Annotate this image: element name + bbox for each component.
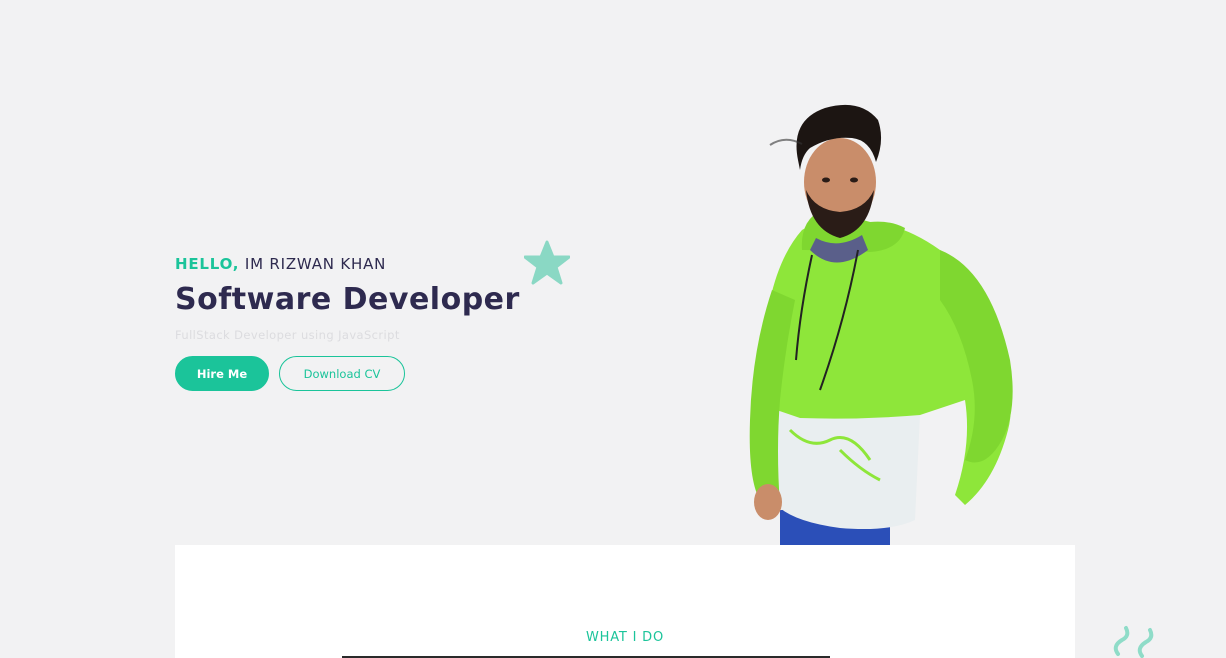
hero-title: Software Developer — [175, 282, 520, 317]
decorative-squiggle-icon — [1113, 626, 1154, 658]
hero-greeting: HELLO, IM RIZWAN KHAN — [175, 254, 595, 274]
hero-buttons: Hire Me Download CV — [175, 356, 405, 391]
page: HELLO, IM RIZWAN KHAN Software Developer… — [0, 0, 1226, 658]
services-section: WHAT I DO — [175, 545, 1075, 658]
profile-photo — [749, 104, 1013, 545]
greeting-name: IM RIZWAN KHAN — [239, 255, 387, 273]
what-i-do-heading: WHAT I DO — [586, 630, 664, 645]
hire-me-button[interactable]: Hire Me — [175, 356, 269, 391]
greeting-accent: HELLO, — [175, 255, 240, 273]
hero-subtitle: FullStack Developer using JavaScript — [175, 328, 400, 342]
hero-intro: HELLO, IM RIZWAN KHAN Software Developer… — [175, 254, 595, 342]
download-cv-button[interactable]: Download CV — [279, 356, 405, 391]
